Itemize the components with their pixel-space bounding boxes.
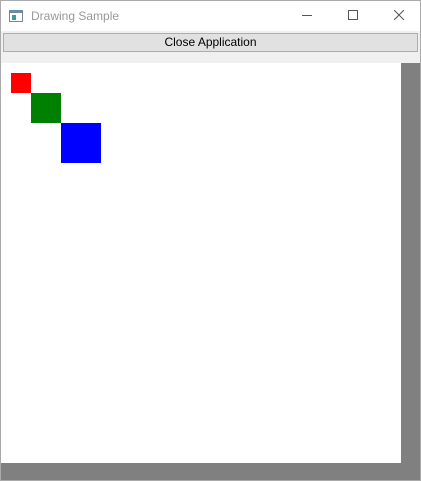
minimize-icon (302, 7, 312, 25)
maximize-icon (348, 7, 358, 25)
window-close-button[interactable] (376, 1, 420, 31)
green-square (31, 93, 61, 123)
window-title: Drawing Sample (31, 9, 120, 23)
close-icon (393, 7, 405, 25)
title-bar[interactable]: Drawing Sample (1, 1, 420, 31)
app-window-icon (9, 9, 23, 22)
close-application-button[interactable]: Close Application (3, 33, 418, 52)
app-window: Drawing Sample Close Application (0, 0, 421, 481)
blue-square (61, 123, 101, 163)
red-square (11, 73, 31, 93)
vertical-scrollbar[interactable] (401, 63, 420, 463)
drawing-canvas (1, 63, 401, 463)
minimize-button[interactable] (284, 1, 330, 31)
horizontal-scrollbar[interactable] (1, 463, 420, 480)
maximize-button[interactable] (330, 1, 376, 31)
